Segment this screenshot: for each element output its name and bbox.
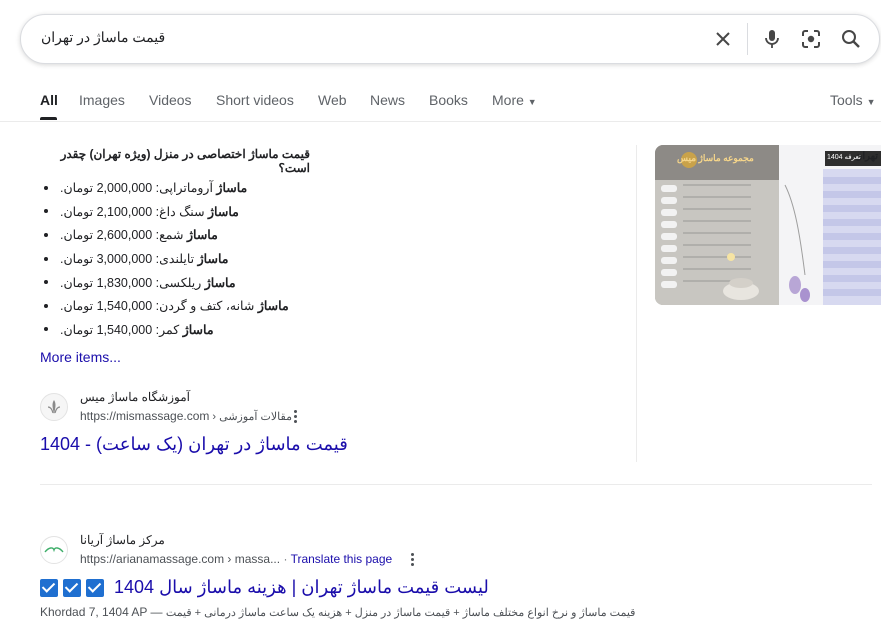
list-item-text: شمع: 2,600,000 تومان. — [60, 228, 187, 243]
source-url-host: https://mismassage.com — [80, 409, 210, 423]
source-url-text: https://arianamassage.com › massa... — [80, 552, 281, 566]
tab-news[interactable]: News — [370, 92, 405, 108]
search-divider — [747, 23, 748, 55]
bullet-icon — [44, 280, 48, 285]
tab-short-videos[interactable]: Short videos — [216, 92, 294, 108]
check-icon — [86, 579, 104, 598]
caret-down-icon: ▼ — [866, 97, 876, 107]
more-items-link[interactable]: More items... — [40, 349, 121, 365]
list-item-bold: ماساژ — [216, 181, 248, 196]
search-box[interactable]: قیمت ماساژ در تهران — [20, 14, 880, 64]
thumbnail-caption-a: مجموعه ماساژ میس — [677, 153, 754, 163]
more-options-icon[interactable] — [294, 410, 298, 425]
thumbnail-badge: تعرفه 1404 — [827, 154, 861, 161]
source-name[interactable]: آموزشگاه ماساژ میس — [80, 390, 190, 404]
tab-more[interactable]: More ▼ — [492, 92, 537, 108]
tools-label: Tools — [830, 92, 863, 108]
bullet-icon — [44, 256, 48, 261]
list-item: ماساژ ریلکسی: 1,830,000 تومان. — [44, 270, 304, 294]
lens-icon[interactable] — [799, 27, 823, 51]
list-item: ماساژ شمع: 2,600,000 تومان. — [44, 223, 304, 247]
active-tab-indicator — [40, 117, 57, 120]
list-item: ماساژ شانه، کتف و گردن: 1,540,000 تومان. — [44, 294, 304, 318]
result-title-link[interactable]: لیست قیمت ماساژ تهران | هزینه ماساژ سال … — [40, 577, 489, 598]
close-icon[interactable] — [711, 27, 735, 51]
ariana-favicon-icon[interactable] — [40, 536, 68, 564]
result-separator — [40, 484, 872, 485]
translate-link[interactable]: Translate this page — [291, 552, 393, 566]
source-url[interactable]: https://mismassage.com › مقالات آموزشی — [80, 409, 292, 423]
header-divider — [0, 121, 881, 122]
tab-web[interactable]: Web — [318, 92, 347, 108]
snippet-date: Khordad 7, 1404 AP — — [40, 605, 163, 619]
list-item-text: تایلندی: 3,000,000 تومان. — [60, 252, 198, 267]
tab-images[interactable]: Images — [79, 92, 125, 108]
check-icon — [63, 579, 81, 598]
list-item-text: ریلکسی: 1,830,000 تومان. — [60, 275, 205, 290]
result-thumbnail[interactable]: مجموعه ماساژ میس تهران تعرفه 1404 — [655, 145, 881, 305]
result-title-text: لیست قیمت ماساژ تهران | هزینه ماساژ سال … — [114, 577, 489, 597]
check-icon — [40, 579, 58, 598]
list-item-text: کمر: 1,540,000 تومان. — [60, 322, 183, 337]
source-url[interactable]: https://arianamassage.com › massa... · T… — [80, 552, 392, 566]
more-options-icon[interactable] — [411, 553, 415, 568]
list-item-bold: ماساژ — [197, 252, 229, 267]
list-item-text: شانه، کتف و گردن: 1,540,000 تومان. — [60, 299, 258, 314]
bullet-icon — [44, 303, 48, 308]
source-url-path: › مقالات آموزشی — [209, 411, 292, 423]
list-item-bold: ماساژ — [204, 275, 236, 290]
tab-more-label: More — [492, 92, 524, 108]
list-item: ماساژ سنگ داغ: 2,100,000 تومان. — [44, 200, 304, 224]
snippet-heading: قیمت ماساژ اختصاصی در منزل (ویژه تهران) … — [60, 147, 310, 175]
bullet-icon — [44, 185, 48, 190]
search-icon[interactable] — [839, 27, 863, 51]
tab-books[interactable]: Books — [429, 92, 468, 108]
list-item-bold: ماساژ — [208, 204, 239, 219]
list-item-bold: ماساژ — [182, 322, 214, 337]
list-item-text: سنگ داغ: 2,100,000 تومان. — [60, 204, 209, 219]
column-divider — [636, 145, 637, 462]
tab-videos[interactable]: Videos — [149, 92, 192, 108]
list-item-text: آروماتراپی: 2,000,000 تومان. — [60, 181, 217, 196]
tab-all[interactable]: All — [40, 92, 58, 108]
mis-favicon-icon[interactable] — [40, 393, 68, 421]
source-name[interactable]: مرکز ماساژ آریانا — [80, 533, 165, 547]
list-item: ماساژ تایلندی: 3,000,000 تومان. — [44, 247, 304, 271]
caret-down-icon: ▼ — [527, 97, 537, 107]
list-item: ماساژ کمر: 1,540,000 تومان. — [44, 318, 304, 342]
list-item-bold: ماساژ — [257, 299, 289, 314]
list-item-bold: ماساژ — [186, 228, 218, 243]
result-title-link[interactable]: قیمت ماساژ در تهران (یک ساعت) - 1404 — [40, 434, 348, 455]
mic-icon[interactable] — [760, 27, 784, 51]
price-list: ماساژ آروماتراپی: 2,000,000 تومان. ماساژ… — [44, 176, 304, 341]
bullet-icon — [44, 327, 48, 332]
bullet-icon — [44, 209, 48, 214]
tools-button[interactable]: Tools ▼ — [830, 92, 876, 108]
list-item: ماساژ آروماتراپی: 2,000,000 تومان. — [44, 176, 304, 200]
result-snippet: Khordad 7, 1404 AP — قیمت ماساژ و نرخ ان… — [40, 605, 635, 619]
bullet-icon — [44, 232, 48, 237]
search-input[interactable]: قیمت ماساژ در تهران — [41, 29, 165, 46]
snippet-text: قیمت ماساژ و نرخ انواع مختلف ماساژ + قیم… — [165, 607, 636, 619]
